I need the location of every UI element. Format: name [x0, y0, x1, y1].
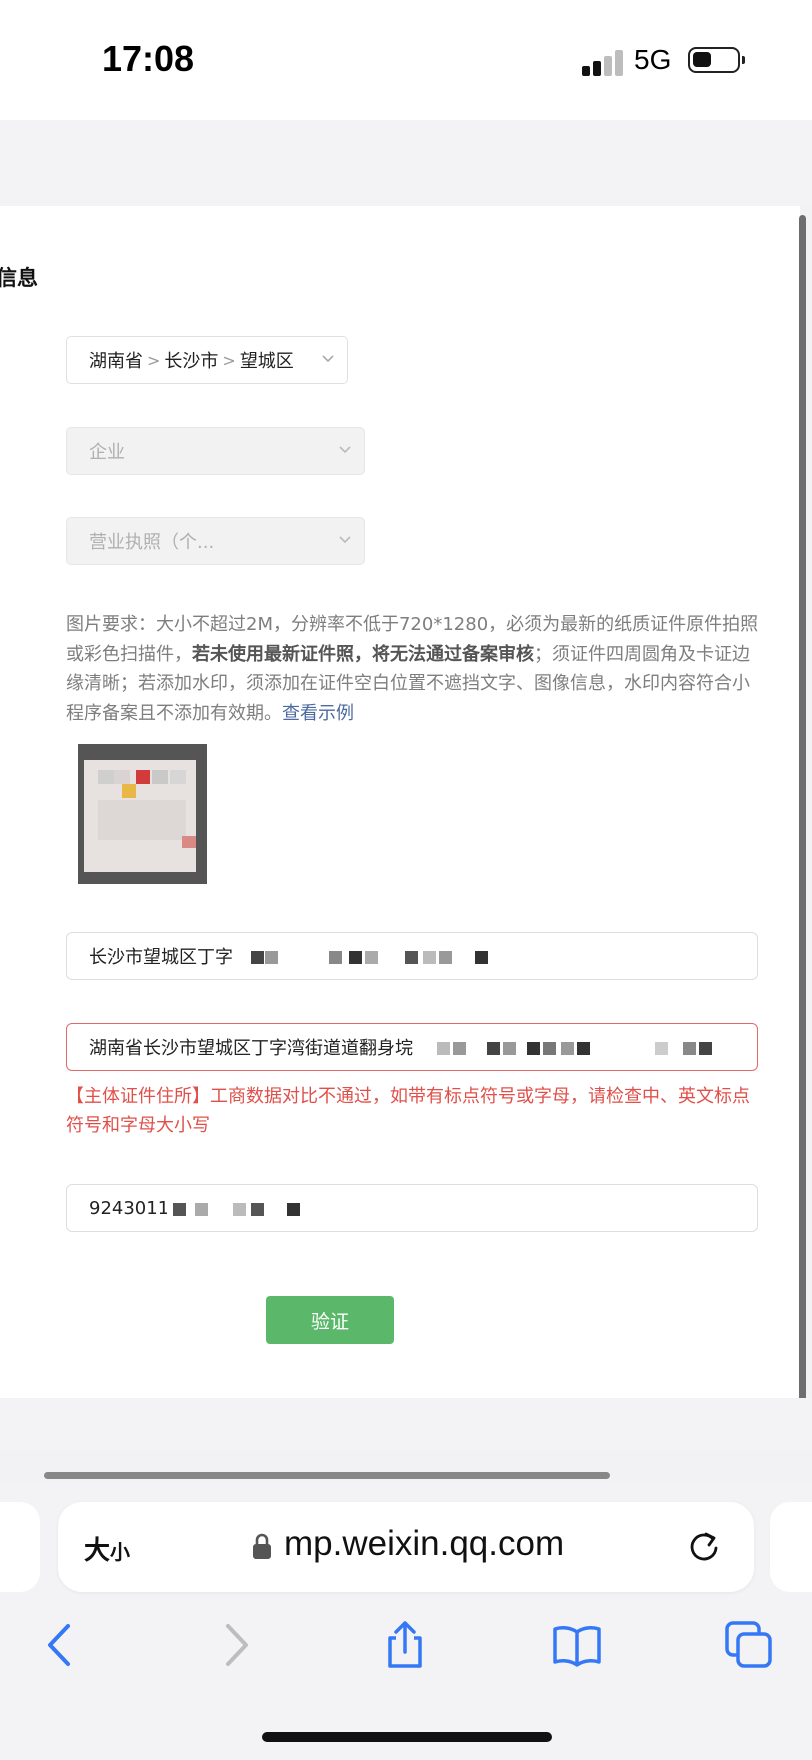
city-label: 长沙市 — [164, 351, 219, 372]
status-time: 17:08 — [102, 38, 195, 79]
home-indicator[interactable] — [262, 1732, 552, 1742]
text-size-button[interactable]: 大小 — [84, 1530, 130, 1567]
tabs-icon[interactable] — [724, 1620, 774, 1670]
entity-type-placeholder: 企业 — [89, 442, 125, 463]
address-1-value: 长沙市望城区丁字 — [89, 947, 233, 968]
chevron-down-icon — [322, 355, 334, 363]
back-icon[interactable] — [36, 1620, 86, 1670]
region-select[interactable]: 湖南省 > 长沙市 > 望城区 — [66, 336, 348, 384]
bookmarks-icon[interactable] — [552, 1620, 602, 1670]
chevron-right-icon: > — [222, 350, 236, 370]
lock-icon — [253, 1533, 271, 1559]
forward-icon[interactable] — [210, 1620, 260, 1670]
vertical-scrollbar[interactable] — [799, 215, 806, 1445]
page-footer-area — [0, 1398, 812, 1450]
url-text[interactable]: mp.weixin.qq.com — [284, 1524, 564, 1564]
requirements-warning: 若未使用最新证件照，将无法通过备案审核 — [192, 643, 534, 665]
network-label: 5G — [634, 44, 672, 75]
license-thumbnail[interactable] — [78, 744, 207, 884]
address-bar[interactable]: 大小 mp.weixin.qq.com — [58, 1502, 754, 1592]
horizontal-scrollbar[interactable] — [44, 1472, 610, 1479]
page-header-area — [0, 120, 812, 206]
reload-icon[interactable] — [686, 1528, 722, 1564]
redaction-mask — [167, 1193, 307, 1225]
address-input-1[interactable]: 长沙市望城区丁字 — [66, 932, 758, 980]
address-2-value: 湖南省长沙市望城区丁字湾街道道翻身垸 — [89, 1038, 413, 1059]
document-type-select[interactable]: 营业执照（个... — [66, 517, 365, 565]
next-tab-preview[interactable] — [770, 1502, 812, 1592]
status-bar: 17:08 5G — [0, 0, 812, 120]
verify-button[interactable]: 验证 — [266, 1296, 394, 1344]
entity-type-select[interactable]: 企业 — [66, 427, 365, 475]
chevron-down-icon — [339, 446, 351, 454]
redaction-mask — [427, 1032, 749, 1064]
document-type-placeholder: 营业执照（个... — [89, 532, 215, 553]
section-title: 信息 — [0, 266, 38, 290]
share-icon[interactable] — [380, 1620, 430, 1670]
view-example-link[interactable]: 查看示例 — [282, 703, 354, 724]
battery-icon — [688, 47, 745, 73]
address-input-2[interactable]: 湖南省长沙市望城区丁字湾街道道翻身垸 — [66, 1023, 758, 1071]
redaction-mask — [237, 941, 547, 973]
credit-code-input[interactable]: 92430112 — [66, 1184, 758, 1232]
address-error-message: 【主体证件住所】工商数据对比不通过，如带有标点符号或字母，请检查中、英文标点符号… — [66, 1086, 750, 1136]
chevron-down-icon — [339, 536, 351, 544]
signal-icon — [582, 50, 624, 76]
previous-tab-preview[interactable] — [0, 1502, 40, 1592]
image-requirements: 图片要求：大小不超过2M，分辨率不低于720*1280，必须为最新的纸质证件原件… — [66, 614, 759, 724]
chevron-right-icon: > — [147, 350, 161, 370]
province-label: 湖南省 — [89, 351, 143, 372]
district-label: 望城区 — [239, 351, 294, 372]
